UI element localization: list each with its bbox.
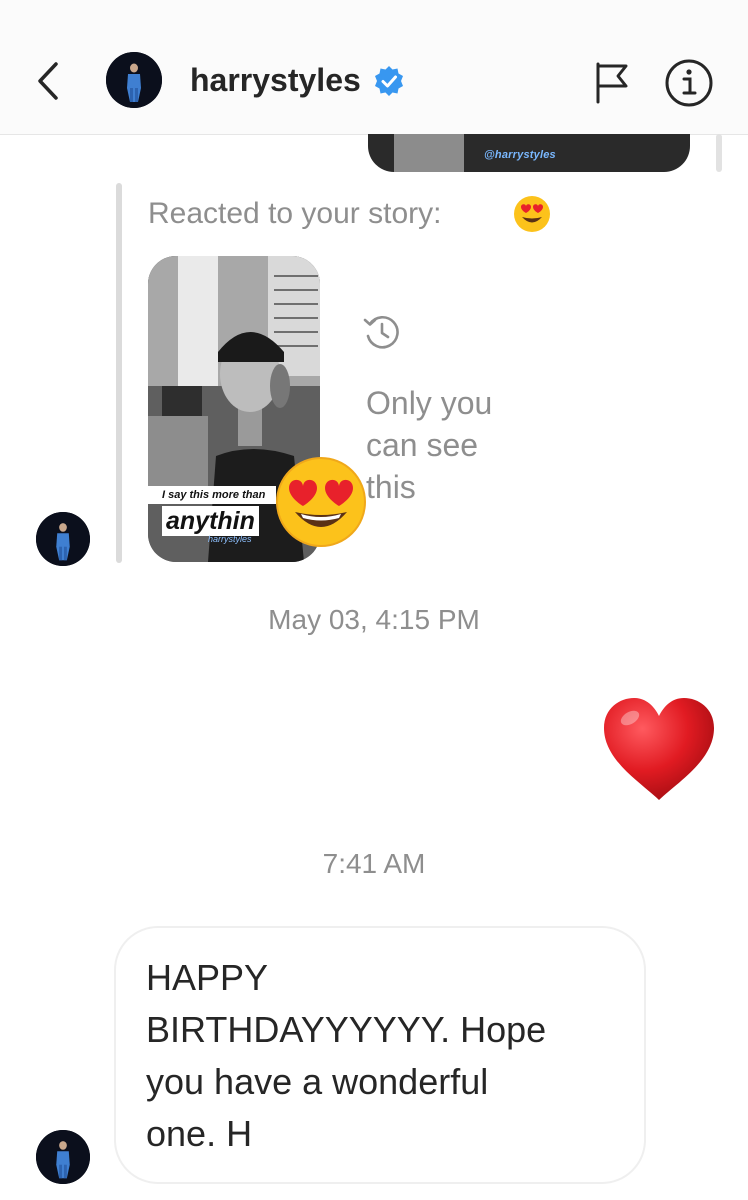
profile-avatar[interactable] [106, 52, 162, 108]
username[interactable]: harrystyles [190, 60, 361, 100]
sender-avatar[interactable] [36, 512, 90, 566]
message-line-2: BIRTHDAYYYYYY. Hope [146, 1009, 547, 1050]
story-tag: harrystyles [208, 534, 252, 544]
only-you-can-see-notice: Only you can see this [366, 382, 536, 508]
sender-avatar[interactable] [36, 1130, 90, 1184]
heart-eyes-reaction-icon [276, 457, 366, 547]
only-you-line-1: Only you [366, 385, 493, 421]
avatar-image [36, 1130, 90, 1184]
back-icon[interactable] [30, 56, 70, 106]
timestamp: May 03, 4:15 PM [268, 604, 480, 635]
reply-indicator-line [716, 134, 722, 172]
previous-story-tag: @harrystyles [484, 149, 556, 161]
message-bubble[interactable]: HAPPY BIRTHDAYYYYYY. Hope you have a won… [114, 926, 646, 1184]
message-line-1: HAPPY [146, 957, 269, 998]
message-line-3: you have a wonderful [146, 1061, 489, 1102]
only-you-line-2: can see [366, 427, 479, 463]
story-caption-big: anythin [162, 506, 259, 536]
avatar-image [106, 52, 162, 108]
avatar-image [36, 512, 90, 566]
heart-icon[interactable] [600, 694, 718, 804]
story-reply-bar [116, 183, 122, 563]
thumbnail-mirror-shape [394, 134, 464, 172]
history-icon [363, 315, 399, 349]
chat-header: harrystyles [0, 0, 748, 135]
info-icon[interactable] [664, 58, 714, 108]
message-line-4: one. H [146, 1113, 253, 1154]
heart-eyes-emoji-icon [514, 196, 550, 232]
only-you-line-3: this [366, 469, 416, 505]
verified-badge-icon [375, 66, 403, 96]
reacted-to-story-label: Reacted to your story: [148, 197, 442, 230]
report-flag-icon[interactable] [592, 60, 632, 106]
timestamp: 7:41 AM [322, 848, 426, 879]
story-caption-small: I say this more than [148, 486, 276, 504]
